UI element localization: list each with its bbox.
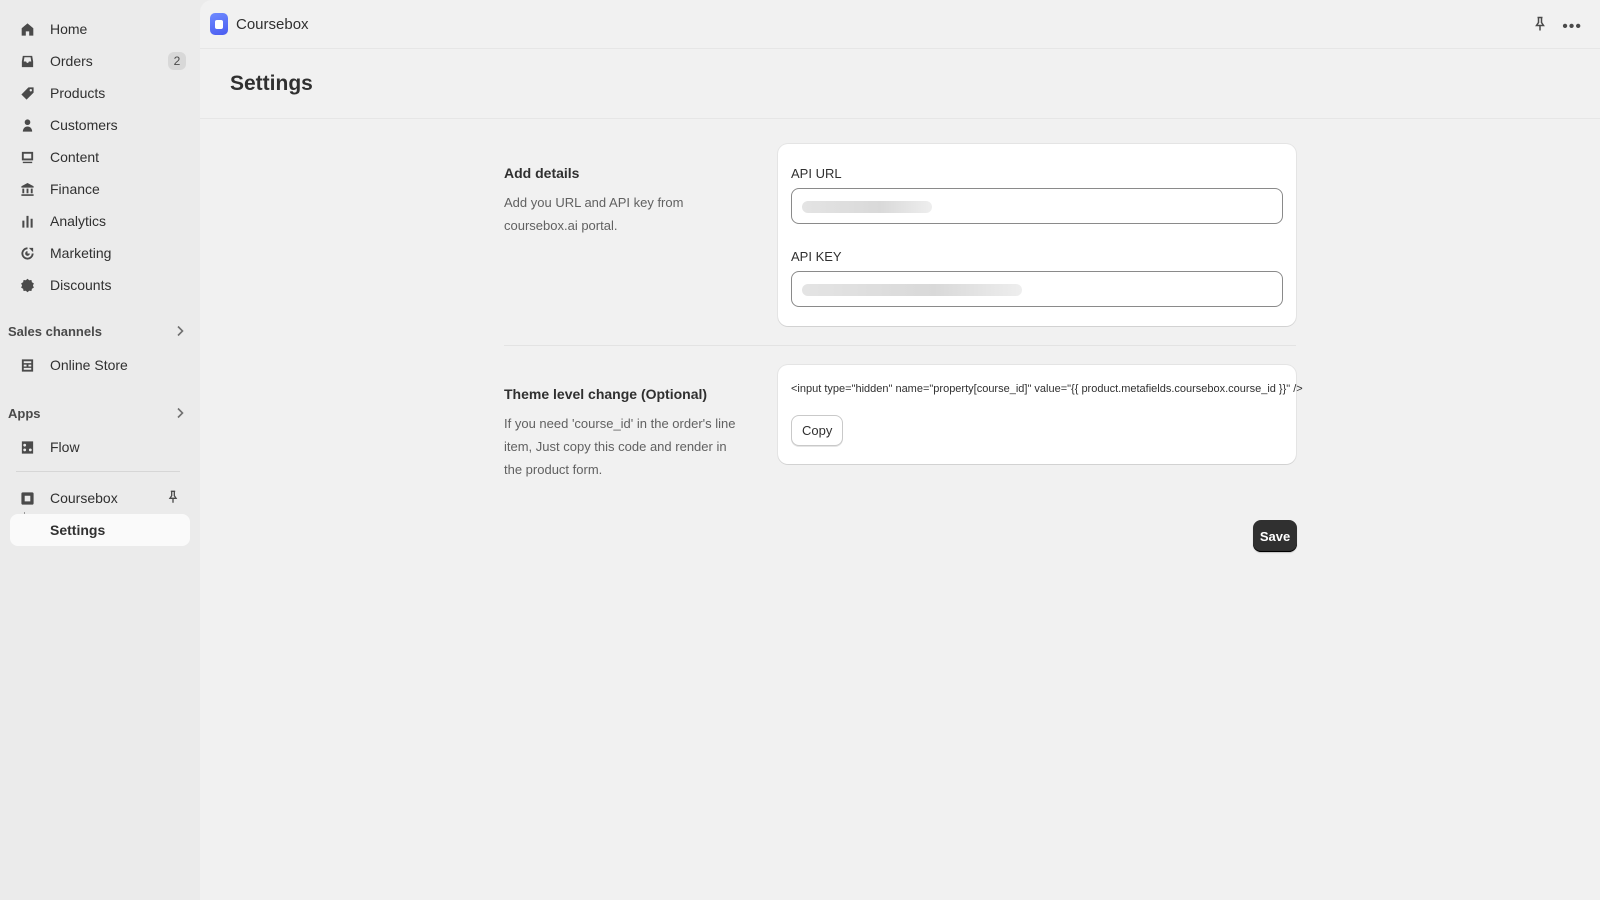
sidebar-item-label: Flow	[50, 439, 80, 455]
person-icon	[19, 117, 35, 133]
sidebar-item-label: Home	[50, 21, 88, 37]
sidebar-item-coursebox[interactable]: Coursebox	[10, 482, 190, 514]
more-actions-icon[interactable]: •••	[1562, 18, 1582, 35]
sidebar-item-label: Customers	[50, 117, 118, 133]
theme-code-card: <input type="hidden" name="property[cour…	[778, 365, 1303, 464]
page-title: Settings	[230, 72, 313, 95]
sidebar-item-label: Marketing	[50, 245, 112, 261]
section-title: Add details	[504, 165, 580, 181]
pin-icon[interactable]	[166, 490, 182, 506]
sidebar-item-label: Online Store	[50, 357, 128, 373]
section-text: If you need 'course_id' in the order's l…	[504, 416, 736, 477]
pin-icon[interactable]	[1532, 16, 1548, 37]
sidebar: Home Orders 2 Products Customers Content…	[0, 0, 200, 900]
api-key-input[interactable]	[791, 271, 1283, 307]
chevron-right-icon	[172, 323, 188, 339]
coursebox-icon	[19, 490, 35, 506]
admin-app: Home Orders 2 Products Customers Content…	[0, 0, 1600, 900]
redacted-value	[802, 201, 932, 213]
section-divider	[504, 345, 1296, 346]
sidebar-item-label: Products	[50, 85, 106, 101]
sidebar-item-flow[interactable]: Flow	[10, 431, 190, 463]
sidebar-item-orders[interactable]: Orders 2	[10, 45, 190, 77]
api-key-label: API KEY	[791, 249, 842, 264]
home-icon	[19, 21, 35, 37]
section-title: Theme level change (Optional)	[504, 386, 708, 402]
sidebar-item-products[interactable]: Products	[10, 77, 190, 109]
save-button[interactable]: Save	[1253, 520, 1297, 552]
sales-channels-header[interactable]: Sales channels	[8, 320, 188, 342]
main-content: Coursebox ••• Settings Add details Add y…	[200, 0, 1600, 900]
target-icon	[19, 245, 35, 261]
section-label: Sales channels	[8, 323, 102, 339]
api-url-label: API URL	[791, 166, 842, 181]
sidebar-item-settings[interactable]: Settings	[10, 514, 190, 546]
app-title: Coursebox	[236, 15, 309, 33]
sidebar-item-finance[interactable]: Finance	[10, 173, 190, 205]
flow-icon	[19, 439, 35, 455]
section-label: Apps	[8, 405, 41, 421]
details-description: Add details Add you URL and API key from…	[504, 165, 744, 237]
sidebar-item-label: Settings	[50, 522, 106, 538]
theme-description: Theme level change (Optional) If you nee…	[504, 386, 744, 481]
sidebar-divider	[16, 471, 180, 472]
sidebar-item-marketing[interactable]: Marketing	[10, 237, 190, 269]
sidebar-item-customers[interactable]: Customers	[10, 109, 190, 141]
redacted-value	[802, 284, 1022, 296]
coursebox-logo-icon	[210, 13, 228, 35]
code-snippet: <input type="hidden" name="property[cour…	[791, 383, 1303, 395]
sidebar-item-analytics[interactable]: Analytics	[10, 205, 190, 237]
bank-icon	[19, 181, 35, 197]
api-url-input[interactable]	[791, 188, 1283, 224]
content-icon	[19, 149, 35, 165]
sidebar-item-label: Content	[50, 149, 100, 165]
sidebar-item-label: Analytics	[50, 213, 107, 229]
sidebar-item-home[interactable]: Home	[10, 13, 190, 45]
sidebar-item-label: Finance	[50, 181, 100, 197]
sidebar-item-online-store[interactable]: Online Store	[10, 349, 190, 381]
orders-count-badge: 2	[168, 52, 186, 70]
title-divider	[200, 118, 1600, 119]
chevron-right-icon	[172, 405, 188, 421]
section-text: Add you URL and API key from coursebox.a…	[504, 195, 684, 233]
sidebar-item-discounts[interactable]: Discounts	[10, 269, 190, 301]
sidebar-item-label: Discounts	[50, 277, 112, 293]
tag-icon	[19, 85, 35, 101]
store-icon	[19, 357, 35, 373]
bar-chart-icon	[19, 213, 35, 229]
sidebar-item-label: Orders	[50, 53, 93, 69]
sidebar-item-label: Coursebox	[50, 490, 118, 506]
apps-header[interactable]: Apps	[8, 402, 188, 424]
api-credentials-card: API URL API KEY	[778, 144, 1296, 326]
app-topbar: Coursebox •••	[200, 0, 1600, 48]
topbar-divider	[200, 48, 1600, 49]
topbar-actions: •••	[1532, 16, 1582, 37]
orders-icon	[19, 53, 35, 69]
copy-button[interactable]: Copy	[791, 415, 844, 446]
sidebar-item-content[interactable]: Content	[10, 141, 190, 173]
discount-icon	[19, 277, 35, 293]
